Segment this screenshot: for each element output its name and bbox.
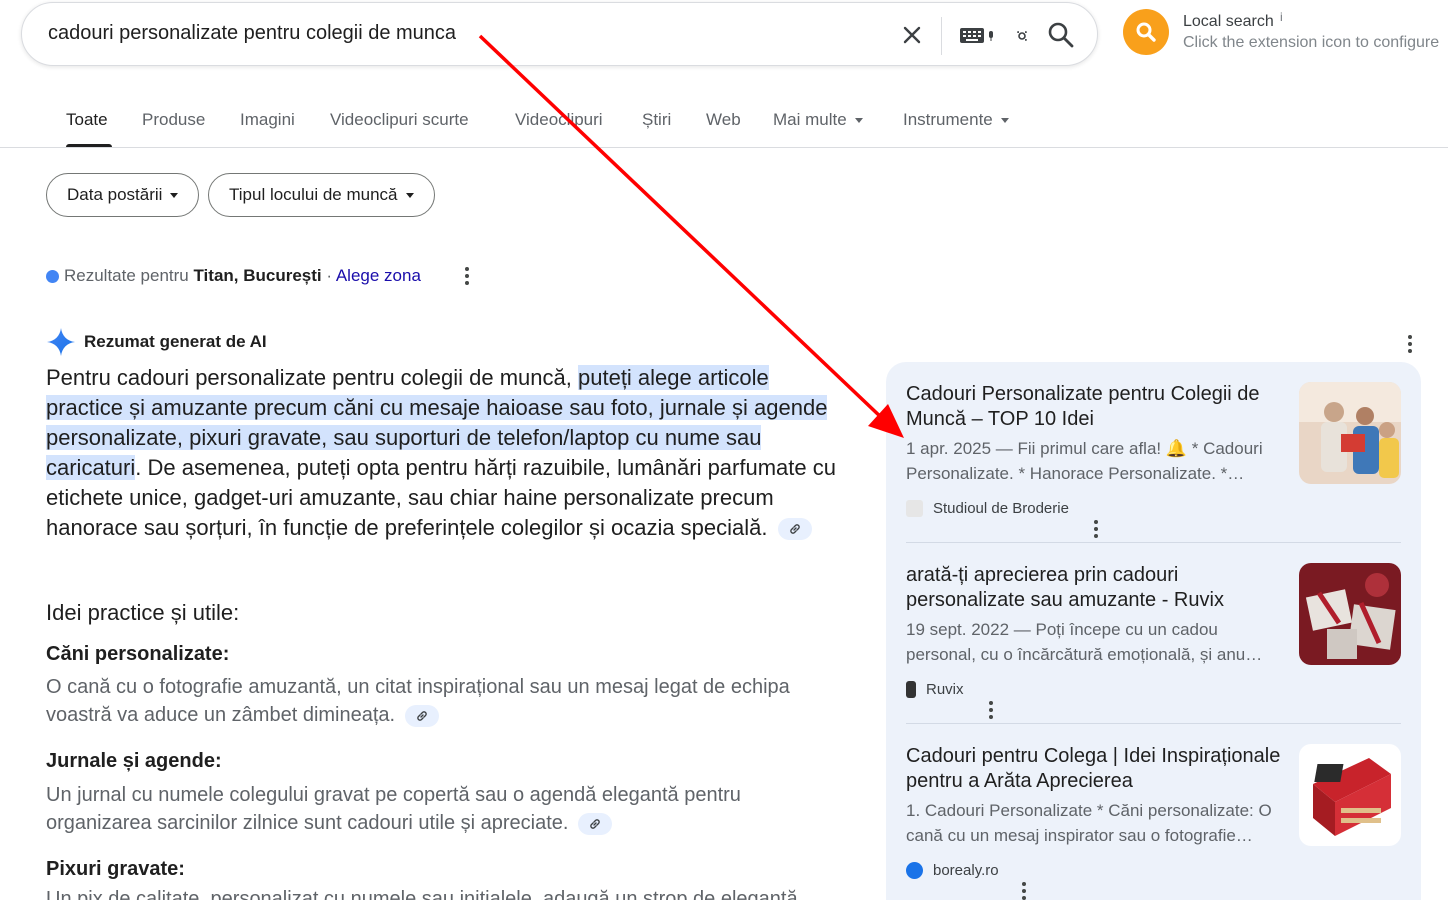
link-icon[interactable] [777, 518, 812, 541]
ideas-section-title: Idei practice și utile: [46, 600, 240, 625]
idea-text-content: Un jurnal cu numele colegului gravat pe … [46, 784, 741, 834]
more-options-icon[interactable] [457, 264, 477, 288]
idea-text: Un jurnal cu numele colegului gravat pe … [46, 781, 836, 837]
source-site[interactable]: Studioul de Broderie [906, 500, 1069, 517]
search-tabs: Toate Produse Imagini Videoclipuri scurt… [0, 100, 1448, 148]
globe-icon [906, 862, 923, 879]
extension-title: Local search [1183, 13, 1274, 30]
tab-videoclipuri[interactable]: Videoclipuri [515, 110, 603, 130]
idea-text: O cană cu o fotografie amuzantă, un cita… [46, 673, 836, 729]
location-place: Titan, București [193, 266, 322, 285]
link-icon[interactable] [404, 704, 439, 727]
filter-tipul-locului[interactable]: Tipul locului de muncă [208, 173, 435, 217]
lens-icon[interactable] [1014, 28, 1030, 44]
location-separator: · [326, 266, 333, 285]
sources-panel: Cadouri Personalizate pentru Colegii de … [886, 362, 1421, 900]
favicon-icon [906, 500, 923, 517]
extension-subtitle: Click the extension icon to configure [1183, 34, 1440, 51]
filter-data-postarii[interactable]: Data postării [46, 173, 200, 217]
source-card[interactable]: arată-ți aprecierea prin cadouri persona… [906, 563, 1401, 719]
source-card[interactable]: Cadouri pentru Colega | Idei Inspirațion… [906, 744, 1401, 900]
source-title[interactable]: Cadouri pentru Colega | Idei Inspirațion… [906, 744, 1291, 794]
chevron-down-icon [854, 118, 863, 124]
tab-instrumente-label: Instrumente [903, 110, 993, 129]
chevron-down-icon [170, 192, 179, 198]
tab-stiri[interactable]: Știri [642, 110, 671, 130]
ai-overview-more-icon[interactable] [1400, 332, 1420, 356]
filter-label: Data postării [67, 185, 163, 204]
search-input[interactable]: cadouri personalizate pentru colegii de … [48, 22, 456, 45]
source-site-name: Ruvix [926, 681, 964, 698]
ai-overview-body: Pentru cadouri personalizate pentru cole… [46, 363, 846, 543]
card-divider [906, 723, 1401, 724]
location-dot-icon [46, 270, 59, 283]
tab-web[interactable]: Web [706, 110, 741, 130]
idea-title: Jurnale și agende: [46, 750, 222, 772]
source-site-name: Studioul de Broderie [933, 500, 1069, 517]
idea-title: Căni personalizate: [46, 643, 230, 665]
search-bar[interactable]: cadouri personalizate pentru colegii de … [21, 2, 1098, 66]
source-more-icon[interactable] [1086, 517, 1106, 541]
source-snippet: 1. Cadouri Personalizate * Căni personal… [906, 801, 1272, 845]
source-title[interactable]: arată-ți aprecierea prin cadouri persona… [906, 563, 1291, 613]
search-icon[interactable] [1046, 20, 1076, 50]
location-line: Rezultate pentru Titan, București · Aleg… [64, 266, 421, 286]
tab-produse[interactable]: Produse [142, 110, 205, 130]
filter-label: Tipul locului de muncă [229, 185, 398, 204]
keyboard-icon[interactable] [958, 25, 998, 45]
ai-intro: Pentru cadouri personalizate pentru cole… [46, 365, 578, 390]
tab-mai-multe-label: Mai multe [773, 110, 847, 129]
ai-sparkle-icon [46, 327, 76, 357]
source-site[interactable]: Ruvix [906, 681, 964, 698]
source-title[interactable]: Cadouri Personalizate pentru Colegii de … [906, 382, 1291, 432]
idea-title: Pixuri gravate: [46, 858, 185, 880]
source-thumbnail[interactable] [1299, 563, 1401, 665]
active-tab-indicator [66, 144, 112, 147]
link-icon[interactable] [578, 812, 613, 835]
favicon-icon [906, 681, 916, 698]
ai-overview-title: Rezumat generat de AI [84, 332, 267, 351]
tab-videoclipuri-scurte[interactable]: Videoclipuri scurte [330, 110, 469, 130]
idea-text: Un pix de calitate, personalizat cu nume… [46, 888, 798, 900]
tab-imagini[interactable]: Imagini [240, 110, 295, 130]
source-site[interactable]: borealy.ro [906, 862, 999, 879]
local-search-extension-icon[interactable] [1123, 9, 1169, 55]
change-location-link[interactable]: Alege zona [336, 266, 421, 285]
search-bar-divider [941, 17, 942, 55]
card-divider [906, 542, 1401, 543]
tab-toate[interactable]: Toate [66, 110, 108, 130]
source-snippet: 19 sept. 2022 — Poți începe cu un cadou … [906, 620, 1263, 664]
tab-instrumente[interactable]: Instrumente [903, 110, 1009, 130]
info-icon[interactable]: i [1280, 10, 1283, 24]
source-snippet: 1 apr. 2025 — Fii primul care afla! 🔔 * … [906, 439, 1263, 483]
ai-intro-rest: . De asemenea, puteți opta pentru hărți … [46, 455, 836, 540]
source-more-icon[interactable] [981, 698, 1001, 722]
chevron-down-icon [405, 192, 414, 198]
source-thumbnail[interactable] [1299, 382, 1401, 484]
source-thumbnail[interactable] [1299, 744, 1401, 846]
chevron-down-icon [1000, 118, 1009, 124]
close-icon[interactable] [898, 21, 926, 49]
tab-mai-multe[interactable]: Mai multe [773, 110, 863, 130]
source-site-name: borealy.ro [933, 862, 999, 879]
source-card[interactable]: Cadouri Personalizate pentru Colegii de … [906, 382, 1401, 538]
source-more-icon[interactable] [1014, 879, 1034, 900]
location-prefix: Rezultate pentru [64, 266, 189, 285]
